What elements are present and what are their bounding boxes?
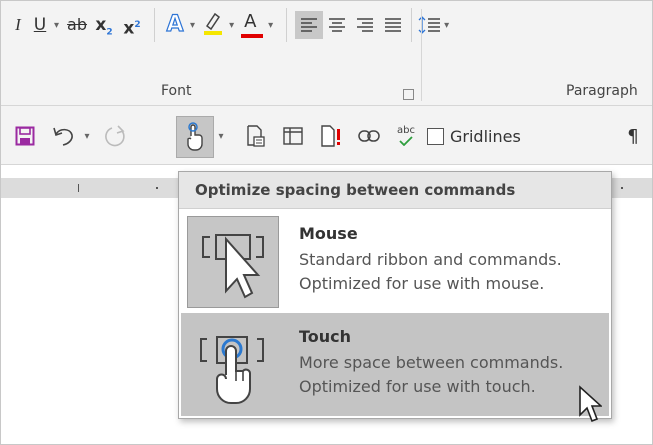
undo-button[interactable]: [47, 116, 81, 156]
justify-icon: [385, 18, 402, 32]
save-icon: [15, 126, 35, 146]
touch-title: Touch: [299, 327, 352, 346]
menu-item-touch[interactable]: Touch More space between commands. Optim…: [181, 313, 609, 416]
save-button[interactable]: [9, 116, 41, 156]
mouse-mode-icon-box: [187, 216, 279, 308]
font-formatting-row: I U ▾ ab x2 x2 A ▾ ▾ A ▾ ▾: [7, 8, 454, 42]
font-color-button[interactable]: A: [239, 10, 265, 40]
undo-icon: [53, 127, 73, 146]
gridlines-checkbox[interactable]: [427, 127, 444, 145]
strikethrough-button[interactable]: ab: [64, 10, 90, 40]
line-spacing-dropdown-icon[interactable]: ▾: [444, 20, 449, 31]
show-formatting-button[interactable]: ¶: [621, 116, 645, 156]
font-color-dropdown-icon[interactable]: ▾: [268, 20, 273, 31]
spelling-button[interactable]: abc: [391, 116, 421, 156]
redo-button[interactable]: [99, 116, 133, 156]
font-group-label: Font: [161, 83, 192, 99]
touch-mouse-mode-button[interactable]: [176, 116, 214, 158]
link-icon: [358, 130, 380, 142]
print-preview-icon: [247, 125, 265, 147]
align-center-icon: [329, 18, 346, 32]
align-right-button[interactable]: [351, 11, 379, 39]
superscript-mark: 2: [134, 20, 141, 30]
align-center-button[interactable]: [323, 11, 351, 39]
justify-button[interactable]: [379, 11, 407, 39]
mouse-desc-line-2: Optimized for use with mouse.: [299, 274, 545, 293]
text-effects-dropdown-icon[interactable]: ▾: [190, 20, 195, 31]
document-alert-icon: [321, 125, 340, 147]
mouse-cursor-icon: [579, 385, 602, 423]
redo-icon: [105, 125, 125, 147]
mouse-title: Mouse: [299, 224, 358, 243]
font-divider: [154, 8, 156, 42]
superscript-button[interactable]: x2: [118, 10, 146, 40]
touch-mode-icon-box: [187, 319, 279, 411]
spacing-mode-menu: Optimize spacing between commands Mouse …: [178, 171, 612, 419]
underline-dropdown-icon[interactable]: ▾: [54, 20, 59, 31]
spelling-abc-label: abc: [397, 125, 415, 136]
layout-view-button[interactable]: [277, 116, 309, 156]
text-effects-button[interactable]: A: [163, 10, 187, 40]
ruler-dot: [621, 187, 623, 189]
touch-mode-icon: [187, 122, 203, 151]
ribbon: I U ▾ ab x2 x2 A ▾ ▾ A ▾ ▾ Font Paragrap…: [1, 1, 652, 106]
touch-desc-line-1: More space between commands.: [299, 353, 564, 372]
gridlines-toggle[interactable]: Gridlines: [427, 116, 567, 156]
print-preview-button[interactable]: [239, 116, 271, 156]
check-icon: [399, 136, 413, 146]
highlight-dropdown-icon[interactable]: ▾: [229, 20, 234, 31]
gridlines-label: Gridlines: [450, 126, 521, 146]
underline-button[interactable]: U: [29, 10, 51, 40]
font-paragraph-divider: [286, 8, 288, 42]
touch-desc-line-2: Optimized for use with touch.: [299, 377, 536, 396]
touch-mode-icon: [200, 336, 264, 404]
align-right-icon: [357, 18, 374, 32]
word-window: I U ▾ ab x2 x2 A ▾ ▾ A ▾ ▾ Font Paragrap…: [0, 0, 653, 445]
subscript-x: x: [95, 15, 107, 35]
layout-view-icon: [283, 127, 303, 145]
italic-button[interactable]: I: [7, 10, 29, 40]
superscript-x: x: [123, 18, 135, 39]
menu-header: Optimize spacing between commands: [179, 172, 611, 209]
subscript-mark: 2: [106, 27, 113, 38]
mouse-mode-icon: [202, 234, 264, 299]
touch-description: More space between commands. Optimized f…: [299, 351, 609, 399]
highlighter-icon: [204, 12, 223, 35]
touch-mode-dropdown-icon[interactable]: ▾: [215, 116, 227, 156]
paragraph-group-label: Paragraph: [566, 83, 638, 99]
highlight-color-button[interactable]: [200, 10, 226, 40]
font-color-swatch: [241, 34, 264, 38]
mouse-desc-line-1: Standard ribbon and commands.: [299, 250, 562, 269]
document-check-button[interactable]: [315, 116, 347, 156]
subscript-button[interactable]: x2: [90, 10, 118, 40]
quick-access-toolbar: ▾ ▾ abc Gridlines ¶: [1, 106, 652, 165]
ribbon-group-separator: [421, 9, 422, 101]
font-dialog-launcher-icon[interactable]: [403, 89, 414, 100]
ruler-dot: [156, 187, 158, 189]
align-left-button[interactable]: [295, 11, 324, 39]
mouse-description: Standard ribbon and commands. Optimized …: [299, 248, 609, 296]
undo-dropdown-icon[interactable]: ▾: [81, 116, 93, 156]
menu-item-mouse[interactable]: Mouse Standard ribbon and commands. Opti…: [181, 210, 609, 313]
paragraph-divider: [411, 8, 413, 42]
link-button[interactable]: [353, 116, 385, 156]
font-color-letter: A: [244, 11, 257, 32]
ruler-tick: [78, 184, 79, 192]
align-left-icon: [301, 18, 318, 32]
